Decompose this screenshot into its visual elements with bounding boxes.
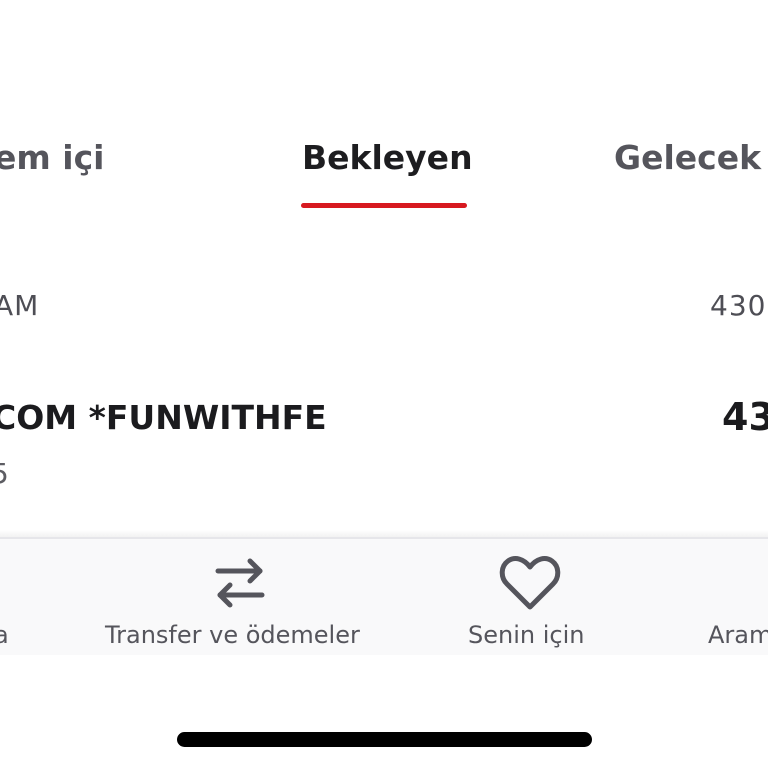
nav-item-label: Transfer ve ödemeler (105, 621, 360, 649)
nav-item-transfer[interactable]: Transfer ve ödemeler (100, 539, 380, 655)
nav-item-label: Senin için (468, 621, 585, 649)
tab-bekleyen[interactable]: Bekleyen (302, 136, 473, 180)
section-header-amount: 430 (710, 289, 767, 322)
transaction-row[interactable]: COM *FUNWITHFE 5 43 (0, 380, 768, 510)
transaction-merchant: COM *FUNWITHFE (0, 398, 327, 437)
bottom-nav-bar: a Transfer ve ödemeler Senin için Aram (0, 537, 768, 655)
transfer-arrows-icon (212, 555, 268, 615)
nav-item-partial-left[interactable]: a (0, 539, 60, 655)
home-indicator (177, 732, 592, 747)
tab-islem-ici[interactable]: em içi (0, 136, 104, 180)
transaction-date: 5 (0, 456, 9, 492)
nav-item-partial-right[interactable]: Aram (700, 539, 768, 655)
tab-gelecek[interactable]: Gelecek (614, 136, 761, 180)
active-tab-indicator (301, 203, 467, 208)
nav-item-senin-icin[interactable]: Senin için (460, 539, 600, 655)
heart-icon (498, 555, 562, 617)
transaction-amount: 43 (722, 395, 768, 439)
app-screen: em içi Bekleyen Gelecek AM 430 COM *FUNW… (0, 0, 768, 768)
nav-item-label: Aram (708, 621, 768, 649)
section-header-label: AM (0, 289, 40, 322)
nav-item-label: a (0, 621, 9, 649)
